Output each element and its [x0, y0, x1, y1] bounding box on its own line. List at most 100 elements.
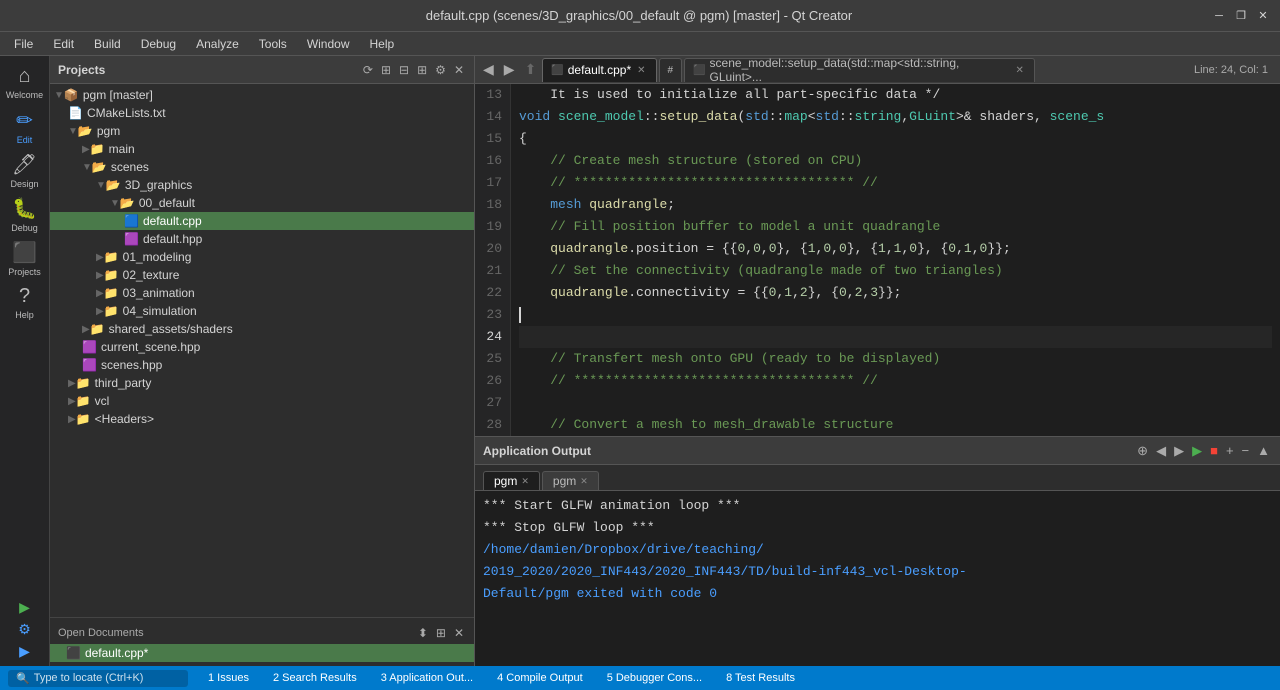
activity-btn-help[interactable]: ?Help: [3, 280, 47, 324]
sidebar-settings-icon[interactable]: ⚙: [433, 61, 448, 79]
tree-arrow-headers: ▶: [68, 414, 76, 425]
status-app-output[interactable]: 3 Application Out...: [377, 670, 477, 686]
debug-cmake-button[interactable]: ⚙: [14, 618, 36, 640]
output-add-icon[interactable]: +: [1224, 441, 1236, 460]
tree-arrow-vcl: ▶: [68, 396, 76, 407]
output-tab-pgm2-close[interactable]: ✕: [580, 476, 588, 487]
output-collapse-icon[interactable]: ▲: [1255, 441, 1272, 460]
menu-item-window[interactable]: Window: [297, 35, 360, 53]
open-docs-close-icon[interactable]: ✕: [452, 624, 466, 642]
tab-scene-model[interactable]: ⬛ scene_model::setup_data(std::map<std::…: [684, 58, 1035, 82]
sidebar-expand-icon[interactable]: ⊞: [415, 61, 429, 79]
tree-item-3d-graphics[interactable]: ▼ 📂 3D_graphics: [50, 176, 474, 194]
design-label: Design: [10, 179, 38, 189]
menu-item-tools[interactable]: Tools: [249, 35, 297, 53]
tree-item-main-folder[interactable]: ▶ 📁 main: [50, 140, 474, 158]
menu-item-debug[interactable]: Debug: [131, 35, 186, 53]
tab-scene-close[interactable]: ✕: [1014, 65, 1026, 76]
output-line-2: /home/damien/Dropbox/drive/teaching/: [483, 539, 1272, 561]
tree-item-shared-assets[interactable]: ▶ 📁 shared_assets/shaders: [50, 320, 474, 338]
minimize-button[interactable]: ─: [1210, 7, 1228, 25]
open-docs-expand-icon[interactable]: ⊞: [434, 624, 448, 642]
status-issues[interactable]: 1 Issues: [204, 670, 253, 686]
tree-item-cmakelists[interactable]: 📄 CMakeLists.txt: [50, 104, 474, 122]
tree-item-00-default[interactable]: ▼ 📂 00_default: [50, 194, 474, 212]
status-compile-output[interactable]: 4 Compile Output: [493, 670, 587, 686]
output-remove-icon[interactable]: −: [1240, 441, 1252, 460]
output-stop-icon[interactable]: ■: [1208, 441, 1220, 460]
menu-item-help[interactable]: Help: [360, 35, 405, 53]
tree-item-04-simulation[interactable]: ▶ 📁 04_simulation: [50, 302, 474, 320]
sidebar-collapse-icon[interactable]: ⊟: [397, 61, 411, 79]
tab-default-cpp[interactable]: ⬛ default.cpp* ✕: [542, 58, 656, 82]
tree-item-pgm-master[interactable]: ▼ 📦 pgm [master]: [50, 86, 474, 104]
activity-btn-projects[interactable]: ⬛Projects: [3, 236, 47, 280]
restore-button[interactable]: ❐: [1232, 7, 1250, 25]
editor-toolbar: ◀ ▶ ⬆ ⬛ default.cpp* ✕ # ⬛ scene_model::…: [475, 56, 1280, 84]
line-num-22: 22: [483, 282, 502, 304]
open-docs-icons: ⬍ ⊞ ✕: [416, 624, 466, 642]
tree-item-scenes-hpp[interactable]: 🟪 scenes.hpp: [50, 356, 474, 374]
tree-item-default-cpp[interactable]: 🟦 default.cpp: [50, 212, 474, 230]
output-tab-pgm1[interactable]: pgm ✕: [483, 471, 540, 490]
code-editor[interactable]: 13141516171819202122232425262728 It is u…: [475, 84, 1280, 436]
sidebar-close-icon[interactable]: ✕: [452, 61, 466, 79]
output-attach-icon[interactable]: ⊕: [1135, 441, 1150, 461]
activity-btn-debug[interactable]: 🐛Debug: [3, 192, 47, 236]
line-num-16: 16: [483, 150, 502, 172]
step-into-button[interactable]: ▶: [14, 640, 36, 662]
tree-item-headers[interactable]: ▶ 📁 <Headers>: [50, 410, 474, 428]
welcome-icon: ⌂: [18, 65, 30, 88]
open-docs-sort-icon[interactable]: ⬍: [416, 624, 430, 642]
output-prev-icon[interactable]: ◀: [1154, 441, 1168, 461]
tree-label-00-default: 00_default: [139, 196, 195, 210]
search-results-label: 2 Search Results: [273, 672, 357, 684]
status-debugger[interactable]: 5 Debugger Cons...: [603, 670, 706, 686]
status-search-placeholder[interactable]: Type to locate (Ctrl+K): [34, 672, 144, 684]
status-search-results[interactable]: 2 Search Results: [269, 670, 361, 686]
tree-item-02-texture[interactable]: ▶ 📁 02_texture: [50, 266, 474, 284]
output-line-4: Default/pgm exited with code 0: [483, 583, 1272, 605]
output-line-0: *** Start GLFW animation loop ***: [483, 495, 1272, 517]
tree-item-vcl[interactable]: ▶ 📁 vcl: [50, 392, 474, 410]
tree-item-01-modeling[interactable]: ▶ 📁 01_modeling: [50, 248, 474, 266]
status-search-area[interactable]: 🔍 Type to locate (Ctrl+K): [8, 670, 188, 687]
nav-up-button[interactable]: ⬆: [521, 59, 541, 80]
sidebar-filter-icon[interactable]: ⊞: [379, 61, 393, 79]
comment-26: // ************************************ …: [519, 373, 878, 388]
open-doc-default-cpp[interactable]: ⬛ default.cpp*: [50, 644, 474, 662]
tree-item-third-party[interactable]: ▶ 📁 third_party: [50, 374, 474, 392]
menu-item-build[interactable]: Build: [84, 35, 131, 53]
activity-btn-design[interactable]: 🖊Design: [3, 148, 47, 192]
test-results-label: 8 Test Results: [726, 672, 795, 684]
output-run-icon[interactable]: ▶: [1190, 441, 1204, 461]
output-tab-pgm2[interactable]: pgm ✕: [542, 471, 599, 490]
nav-forward-button[interactable]: ▶: [500, 59, 519, 80]
file-tree: ▼ 📦 pgm [master] 📄 CMakeLists.txt▼ 📂 pgm…: [50, 84, 474, 617]
tree-item-scenes-folder[interactable]: ▼ 📂 scenes: [50, 158, 474, 176]
close-button[interactable]: ✕: [1254, 7, 1272, 25]
menu-item-edit[interactable]: Edit: [43, 35, 84, 53]
activity-btn-edit[interactable]: ✏Edit: [3, 104, 47, 148]
tab-comment[interactable]: #: [659, 58, 683, 82]
projects-label: Projects: [8, 267, 41, 277]
tree-item-03-animation[interactable]: ▶ 📁 03_animation: [50, 284, 474, 302]
output-next-icon[interactable]: ▶: [1172, 441, 1186, 461]
tab-cpp-close[interactable]: ✕: [635, 65, 647, 76]
run-button[interactable]: ▶: [14, 596, 36, 618]
status-test-results[interactable]: 8 Test Results: [722, 670, 799, 686]
tree-item-pgm-folder[interactable]: ▼ 📂 pgm: [50, 122, 474, 140]
tree-item-current-scene-hpp[interactable]: 🟪 current_scene.hpp: [50, 338, 474, 356]
search-icon: 🔍: [16, 672, 30, 685]
menu-item-file[interactable]: File: [4, 35, 43, 53]
activity-btn-welcome[interactable]: ⌂Welcome: [3, 60, 47, 104]
code-content[interactable]: It is used to initialize all part-specif…: [511, 84, 1280, 436]
nav-back-button[interactable]: ◀: [479, 59, 498, 80]
tree-item-default-hpp[interactable]: 🟪 default.hpp: [50, 230, 474, 248]
open-docs-label: Open Documents: [58, 627, 144, 639]
menu-item-analyze[interactable]: Analyze: [186, 35, 249, 53]
output-tab-pgm1-close[interactable]: ✕: [521, 476, 529, 487]
tree-arrow-third-party: ▶: [68, 378, 76, 389]
sidebar-sync-icon[interactable]: ⟳: [361, 61, 375, 79]
edit-label: Edit: [17, 135, 33, 145]
